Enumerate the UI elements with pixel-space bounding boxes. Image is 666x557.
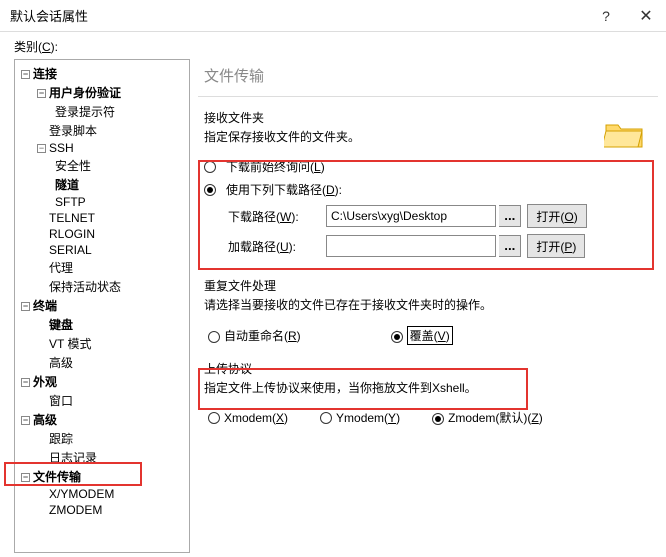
close-button[interactable]: ✕ bbox=[626, 6, 666, 26]
collapse-icon[interactable]: − bbox=[37, 144, 46, 153]
titlebar: 默认会话属性 ? ✕ bbox=[0, 0, 666, 32]
browse-button[interactable]: ... bbox=[499, 205, 521, 227]
tree-telnet[interactable]: TELNET bbox=[15, 210, 189, 226]
download-path-label: 下载路径(W): bbox=[228, 208, 320, 225]
page-title: 文件传输 bbox=[198, 61, 658, 97]
tree-advanced2[interactable]: −高级 bbox=[15, 410, 189, 429]
main-panel: 文件传输 接收文件夹 指定保存接收文件的文件夹。 下载前始终询问(L) 使用下列… bbox=[194, 57, 666, 557]
dup-title: 重复文件处理 bbox=[198, 275, 658, 296]
tree-keepalive[interactable]: 保持活动状态 bbox=[15, 277, 189, 296]
collapse-icon[interactable]: − bbox=[21, 302, 30, 311]
radio-icon bbox=[320, 412, 332, 424]
load-path-row: 加载路径(U): ... 打开(P) bbox=[198, 231, 658, 261]
category-tree[interactable]: −连接 −用户身份验证 登录提示符 登录脚本 −SSH 安全性 隧道 SFTP … bbox=[14, 59, 190, 553]
radio-icon bbox=[208, 331, 220, 343]
tree-filetransfer[interactable]: −文件传输 bbox=[15, 467, 189, 486]
tree-xymodem[interactable]: X/YMODEM bbox=[15, 486, 189, 502]
collapse-icon[interactable]: − bbox=[21, 378, 30, 387]
tree-logging[interactable]: 日志记录 bbox=[15, 448, 189, 467]
tree-serial[interactable]: SERIAL bbox=[15, 242, 189, 258]
tree-sftp[interactable]: SFTP bbox=[15, 194, 189, 210]
collapse-icon[interactable]: − bbox=[21, 473, 30, 482]
tree-appearance[interactable]: −外观 bbox=[15, 372, 189, 391]
radio-icon bbox=[391, 331, 403, 343]
radio-usepath-label: 使用下列下载路径(D): bbox=[226, 181, 342, 198]
open-download-button[interactable]: 打开(O) bbox=[527, 204, 586, 228]
tree-login-prompt[interactable]: 登录提示符 bbox=[15, 102, 189, 121]
folder-icon bbox=[604, 119, 644, 149]
radio-icon bbox=[432, 413, 444, 425]
load-path-label: 加载路径(U): bbox=[228, 238, 320, 255]
dup-radio-row: 自动重命名(R) 覆盖(V) bbox=[198, 323, 658, 348]
radio-zmodem[interactable]: Zmodem(默认)(Z) bbox=[432, 409, 543, 426]
category-label: 类别(C): bbox=[0, 32, 666, 57]
tree-auth[interactable]: −用户身份验证 bbox=[15, 83, 189, 102]
radio-rename[interactable]: 自动重命名(R) bbox=[208, 327, 301, 344]
tree-ssh[interactable]: −SSH bbox=[15, 140, 189, 156]
radio-ask-row[interactable]: 下载前始终询问(L) bbox=[198, 155, 658, 178]
browse-button[interactable]: ... bbox=[499, 235, 521, 257]
collapse-icon[interactable]: − bbox=[21, 70, 30, 79]
download-path-input[interactable] bbox=[326, 205, 496, 227]
radio-icon[interactable] bbox=[204, 161, 216, 173]
radio-icon bbox=[208, 412, 220, 424]
recv-folder-title: 接收文件夹 bbox=[198, 107, 658, 128]
tree-tunnel[interactable]: 隧道 bbox=[15, 175, 189, 194]
tree-connection[interactable]: −连接 bbox=[15, 64, 189, 83]
load-path-input[interactable] bbox=[326, 235, 496, 257]
window-title: 默认会话属性 bbox=[10, 6, 586, 25]
radio-ymodem[interactable]: Ymodem(Y) bbox=[320, 411, 400, 425]
upload-desc: 指定文件上传协议来使用，当你拖放文件到Xshell。 bbox=[198, 379, 658, 406]
tree-window[interactable]: 窗口 bbox=[15, 391, 189, 410]
recv-folder-desc: 指定保存接收文件的文件夹。 bbox=[198, 128, 658, 155]
dup-desc: 请选择当要接收的文件已存在于接收文件夹时的操作。 bbox=[198, 296, 658, 323]
tree-vt[interactable]: VT 模式 bbox=[15, 334, 189, 353]
tree-advanced1[interactable]: 高级 bbox=[15, 353, 189, 372]
tree-proxy[interactable]: 代理 bbox=[15, 258, 189, 277]
collapse-icon[interactable]: − bbox=[37, 89, 46, 98]
upload-title: 上传协议 bbox=[198, 358, 658, 379]
radio-overwrite[interactable]: 覆盖(V) bbox=[391, 326, 453, 345]
tree-security[interactable]: 安全性 bbox=[15, 156, 189, 175]
tree-zmodem[interactable]: ZMODEM bbox=[15, 502, 189, 518]
tree-trace[interactable]: 跟踪 bbox=[15, 429, 189, 448]
help-button[interactable]: ? bbox=[586, 8, 626, 24]
open-load-button[interactable]: 打开(P) bbox=[527, 234, 585, 258]
radio-usepath-row[interactable]: 使用下列下载路径(D): bbox=[198, 178, 658, 201]
protocol-radio-row: Xmodem(X) Ymodem(Y) Zmodem(默认)(Z) bbox=[198, 406, 658, 429]
radio-ask-label: 下载前始终询问(L) bbox=[226, 158, 325, 175]
radio-xmodem[interactable]: Xmodem(X) bbox=[208, 411, 288, 425]
download-path-row: 下载路径(W): ... 打开(O) bbox=[198, 201, 658, 231]
tree-login-script[interactable]: 登录脚本 bbox=[15, 121, 189, 140]
radio-icon[interactable] bbox=[204, 184, 216, 196]
collapse-icon[interactable]: − bbox=[21, 416, 30, 425]
tree-rlogin[interactable]: RLOGIN bbox=[15, 226, 189, 242]
tree-terminal[interactable]: −终端 bbox=[15, 296, 189, 315]
tree-keyboard[interactable]: 键盘 bbox=[15, 315, 189, 334]
